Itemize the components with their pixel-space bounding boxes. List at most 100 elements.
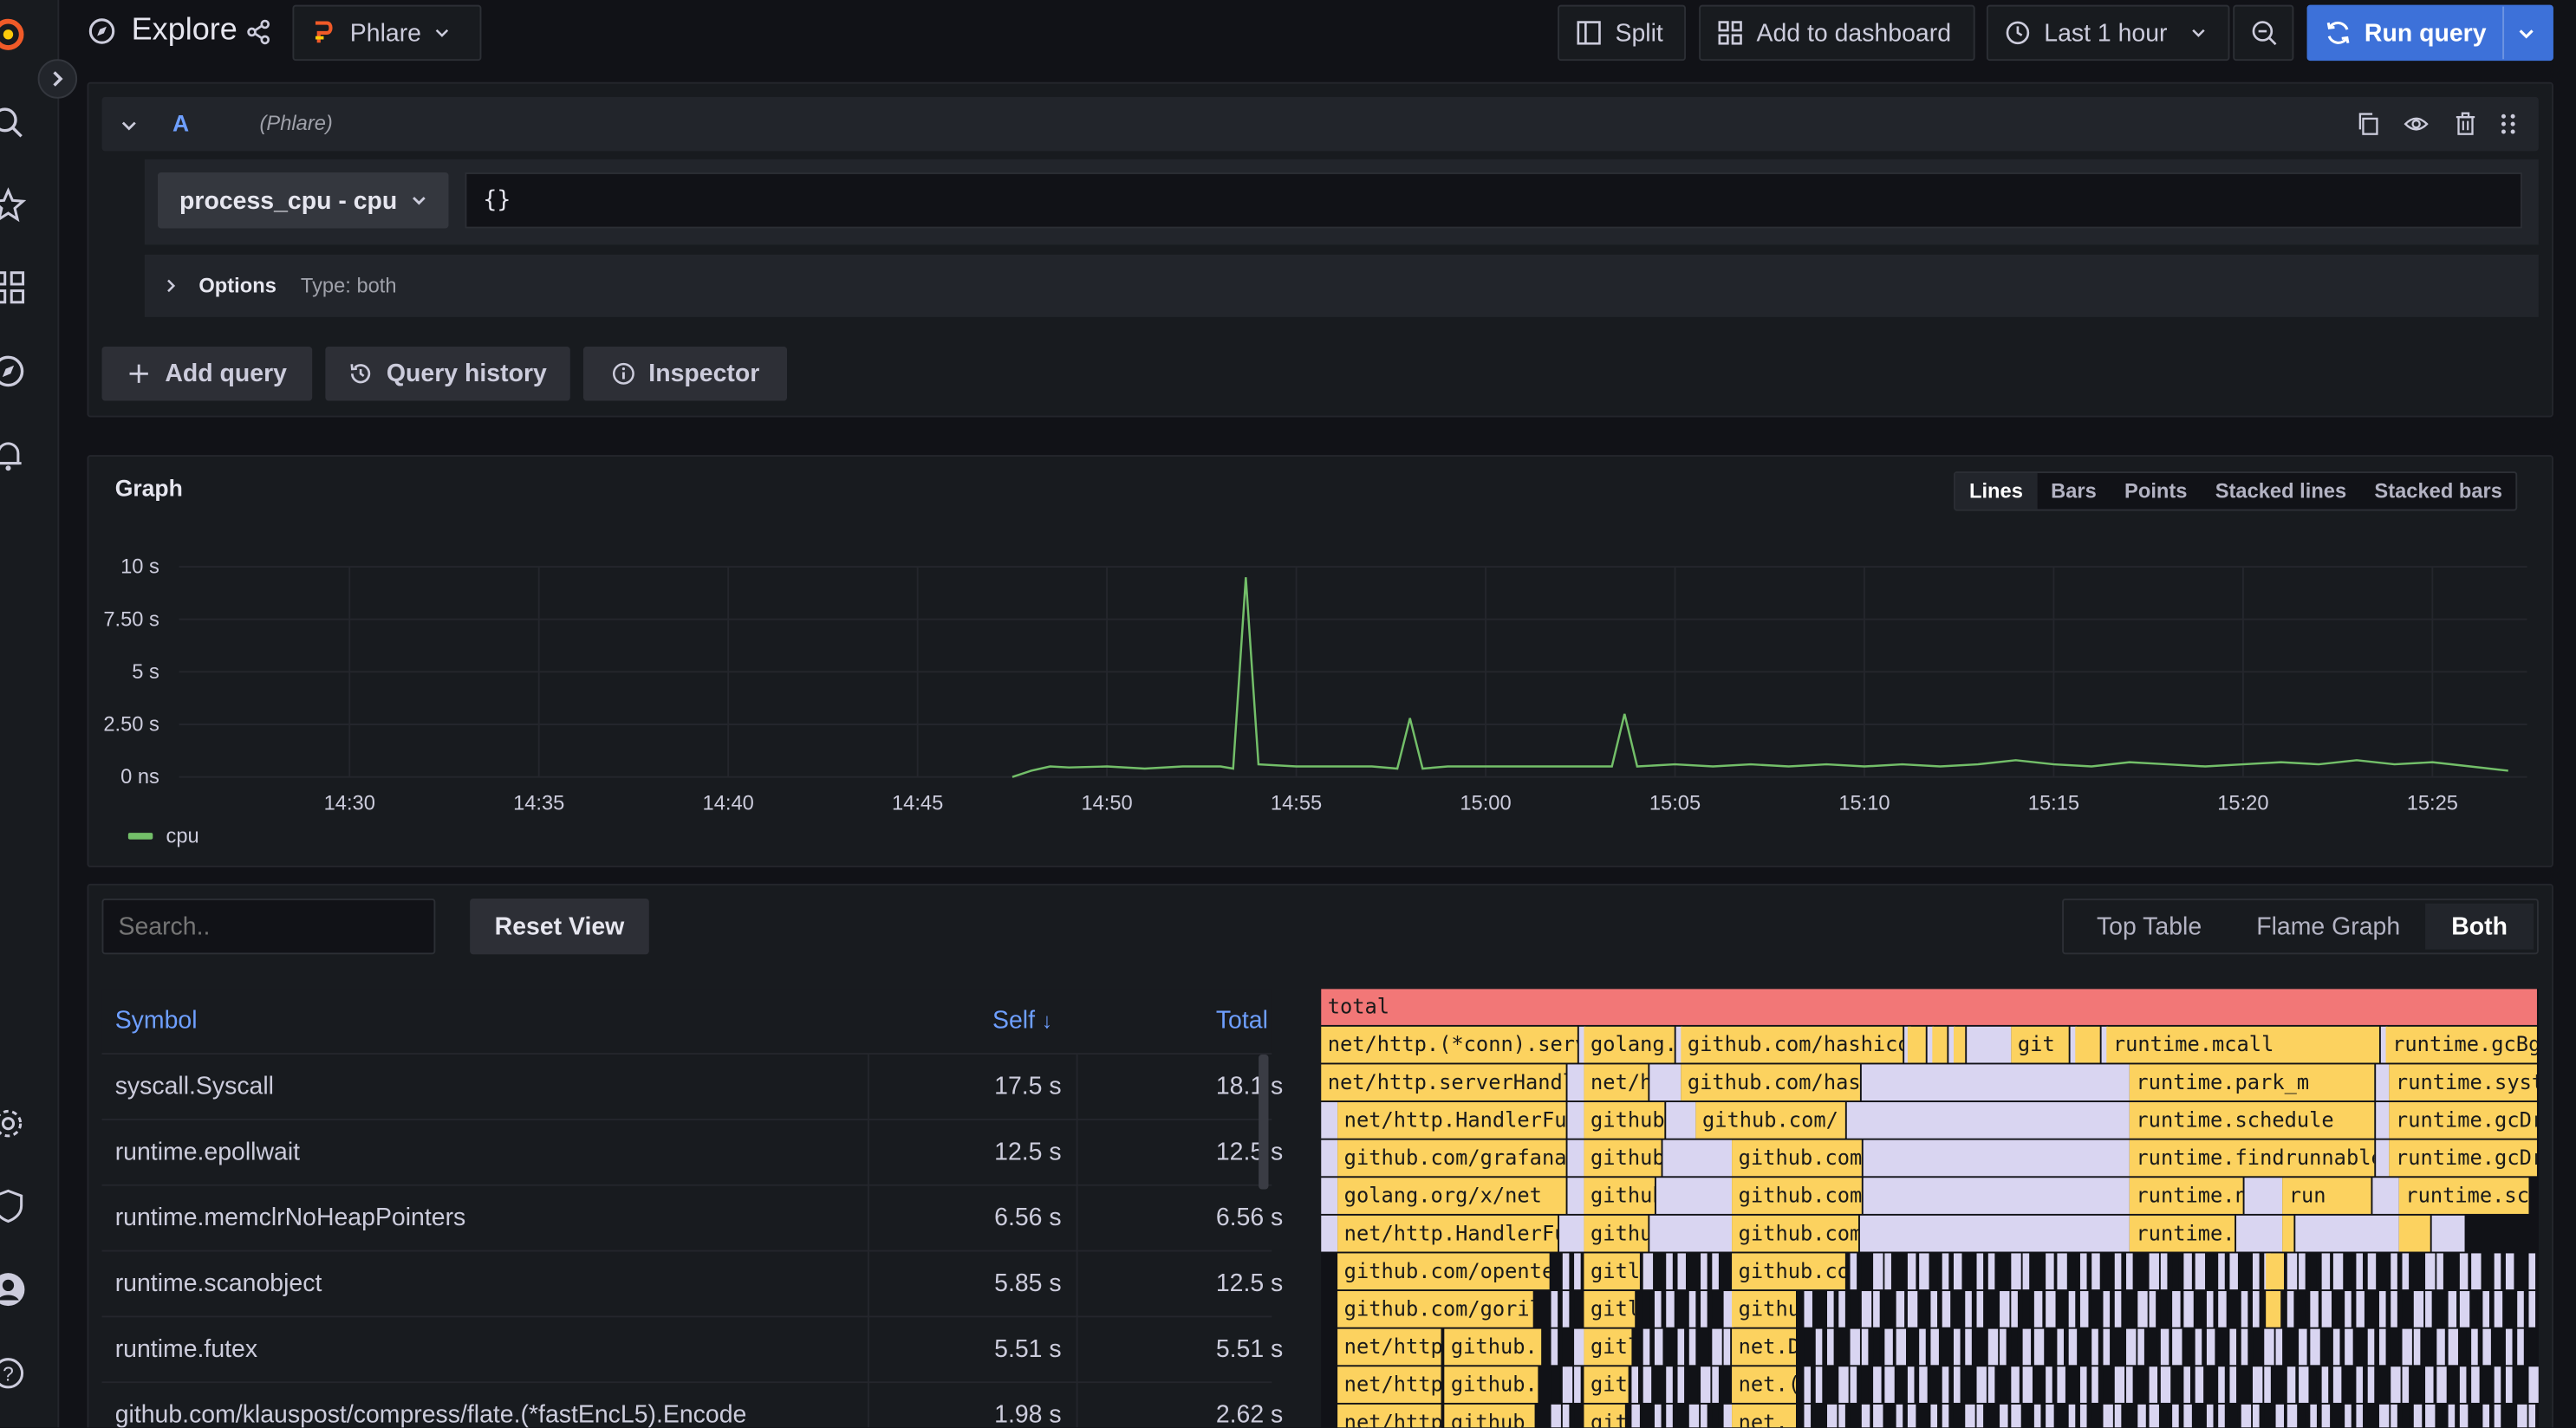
flame-frame[interactable]	[2079, 1253, 2087, 1290]
flame-frame[interactable]	[2160, 1328, 2169, 1366]
flame-frame[interactable]	[1942, 1366, 1949, 1403]
flame-frame[interactable]: gitl	[1584, 1291, 1636, 1327]
flame-frame[interactable]	[2376, 1102, 2390, 1139]
flame-frame[interactable]	[1873, 1404, 1883, 1428]
flame-frame[interactable]	[2482, 1291, 2489, 1327]
flame-frame[interactable]	[1712, 1291, 1721, 1327]
flame-frame[interactable]	[2075, 1026, 2100, 1063]
flame-frame[interactable]	[2459, 1366, 2467, 1403]
flame-frame[interactable]	[2172, 1366, 2179, 1403]
flame-frame[interactable]	[1827, 1366, 1836, 1403]
flame-frame[interactable]: runtime.scanobject	[2398, 1178, 2529, 1214]
flame-frame[interactable]	[2287, 1291, 2294, 1327]
flame-frame[interactable]	[2345, 1366, 2355, 1403]
flame-frame[interactable]	[2413, 1366, 2421, 1403]
flame-frame[interactable]	[1712, 1366, 1719, 1403]
flame-frame[interactable]	[2332, 1404, 2344, 1428]
flame-frame[interactable]	[2160, 1291, 2168, 1327]
flame-frame[interactable]	[2011, 1291, 2018, 1327]
collapse-chevron-icon[interactable]	[120, 117, 138, 135]
flame-frame[interactable]	[2046, 1404, 2054, 1428]
flame-frame[interactable]: github.com	[1732, 1139, 1862, 1177]
flame-frame[interactable]	[2299, 1404, 2306, 1428]
flame-frame[interactable]	[1654, 1366, 1665, 1403]
flame-frame[interactable]: github.com	[1732, 1253, 1845, 1290]
dashboards-icon[interactable]	[0, 269, 26, 306]
flame-frame[interactable]	[2310, 1328, 2320, 1366]
flame-frame[interactable]	[1562, 1328, 1571, 1366]
flame-frame[interactable]	[2241, 1291, 2248, 1327]
flame-frame[interactable]	[2229, 1366, 2237, 1403]
expand-menu-button[interactable]	[37, 59, 78, 99]
flame-frame[interactable]	[1846, 1102, 2130, 1139]
flame-frame[interactable]	[1965, 1253, 1975, 1290]
flame-frame[interactable]	[2266, 1291, 2281, 1327]
flame-frame[interactable]	[2149, 1291, 2156, 1327]
flame-frame[interactable]	[2436, 1328, 2445, 1366]
flame-frame[interactable]	[2172, 1291, 2181, 1327]
flame-frame[interactable]	[2068, 1404, 2076, 1428]
eye-icon[interactable]	[2404, 112, 2429, 136]
flame-frame[interactable]	[2275, 1366, 2283, 1403]
flame-frame[interactable]	[2517, 1328, 2524, 1366]
flame-frame[interactable]	[2137, 1366, 2144, 1403]
flame-frame[interactable]: net.	[1732, 1404, 1796, 1428]
flame-frame[interactable]	[2494, 1291, 2503, 1327]
flame-frame[interactable]	[2068, 1328, 2078, 1366]
flame-frame[interactable]	[1896, 1404, 1903, 1428]
flame-frame[interactable]	[1574, 1291, 1583, 1327]
zoom-out-button[interactable]	[2233, 4, 2294, 62]
flame-frame[interactable]	[1930, 1253, 1938, 1290]
flame-frame[interactable]	[2482, 1366, 2493, 1403]
flame-frame[interactable]	[2033, 1404, 2041, 1428]
flame-frame[interactable]	[1907, 1328, 1915, 1366]
flame-frame[interactable]	[2282, 1215, 2294, 1252]
flame-frame[interactable]: github	[1444, 1404, 1535, 1428]
flame-frame[interactable]	[2482, 1253, 2489, 1290]
flame-frame[interactable]	[1861, 1253, 1870, 1290]
flame-frame[interactable]	[2376, 1139, 2390, 1177]
flame-frame[interactable]	[2183, 1404, 2192, 1428]
flame-frame[interactable]	[1559, 1215, 1584, 1252]
flame-frame[interactable]	[1919, 1291, 1926, 1327]
flame-frame[interactable]	[1677, 1366, 1685, 1403]
flame-frame[interactable]	[2183, 1291, 2194, 1327]
flame-frame[interactable]	[2229, 1291, 2240, 1327]
server-admin-shield-icon[interactable]	[0, 1188, 26, 1224]
flame-frame[interactable]	[1896, 1366, 1903, 1403]
flame-frame[interactable]: net.(	[1732, 1366, 1796, 1403]
flame-frame[interactable]	[2046, 1291, 2056, 1327]
flame-frame[interactable]	[2046, 1366, 2052, 1403]
flame-frame[interactable]	[2229, 1404, 2238, 1428]
flame-frame[interactable]	[2448, 1328, 2458, 1366]
flame-frame[interactable]	[1859, 1215, 2130, 1252]
flame-frame[interactable]	[1942, 1253, 1949, 1290]
flame-frame[interactable]	[2033, 1291, 2043, 1327]
flame-frame[interactable]: github.com	[1732, 1178, 1862, 1214]
flame-frame[interactable]	[1861, 1404, 1870, 1428]
configuration-gear-icon[interactable]	[0, 1106, 26, 1142]
flame-frame[interactable]	[1701, 1291, 1708, 1327]
flame-frame[interactable]	[2378, 1404, 2390, 1428]
flame-frame[interactable]	[2528, 1253, 2536, 1290]
flame-frame[interactable]	[1873, 1253, 1883, 1290]
flame-frame[interactable]	[2183, 1253, 2192, 1290]
flame-frame[interactable]	[1551, 1253, 1561, 1290]
query-ref-id[interactable]: A	[172, 110, 189, 136]
legend-item-cpu[interactable]: cpu	[127, 825, 199, 847]
flame-frame[interactable]	[2103, 1291, 2111, 1327]
flame-frame[interactable]	[2137, 1404, 2146, 1428]
flame-frame[interactable]	[2528, 1328, 2537, 1366]
flame-frame[interactable]	[2321, 1328, 2329, 1366]
flame-frame[interactable]	[2236, 1215, 2283, 1252]
flame-frame[interactable]	[1688, 1328, 1696, 1366]
flame-frame[interactable]	[1643, 1404, 1654, 1428]
flame-frame[interactable]	[2011, 1253, 2021, 1290]
flame-frame[interactable]	[1965, 1404, 1975, 1428]
flame-frame[interactable]	[2321, 1291, 2332, 1327]
flame-frame[interactable]	[1631, 1366, 1639, 1403]
flame-frame[interactable]	[2022, 1253, 2030, 1290]
flame-frame[interactable]	[2160, 1404, 2168, 1428]
flame-frame[interactable]	[2103, 1328, 2111, 1366]
flame-frame[interactable]	[1863, 1178, 2130, 1214]
